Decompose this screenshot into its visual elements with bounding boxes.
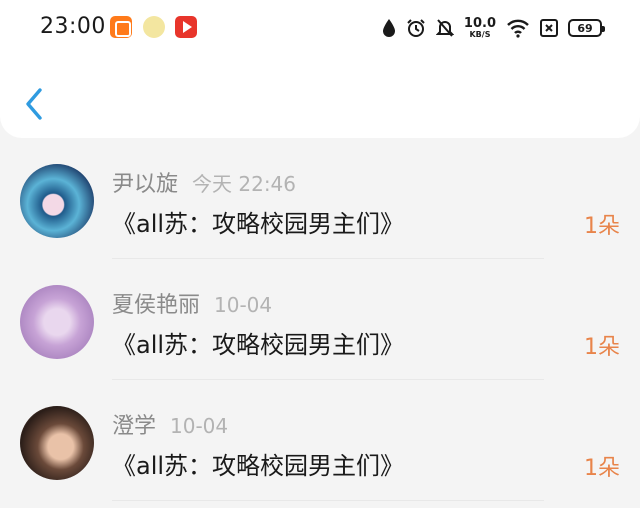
book-title[interactable]: 《all苏：攻略校园男主们》 [112,325,404,360]
timestamp: 10-04 [214,293,273,317]
flower-count: 1朵 [584,335,620,360]
gift-list: 尹以旋 今天 22:46 《all苏：攻略校园男主们》 1朵 夏侯艳丽 10-04 … [0,138,640,501]
divider [112,500,544,501]
user-name: 澄学 10-04 [112,408,228,440]
net-speed: 10.0 KB/S [464,17,496,39]
orange-app-icon [110,16,132,38]
battery-icon: 69 [568,19,605,37]
yellow-app-icon [143,16,165,38]
chevron-left-icon [26,88,42,120]
user-name: 夏侯艳丽 10-04 [112,287,272,319]
flower-count: 1朵 [584,214,620,239]
video-app-icon [175,16,197,38]
net-speed-unit: KB/S [469,30,491,39]
sim-disabled-icon [540,19,558,37]
system-icons: 10.0 KB/S 69 [382,14,605,42]
avatar[interactable] [20,164,94,238]
timestamp: 10-04 [170,414,229,438]
user-name-text: 尹以旋 [112,172,179,197]
user-name-text: 澄学 [112,414,157,439]
user-name: 尹以旋 今天 22:46 [112,166,296,198]
avatar[interactable] [20,406,94,480]
timestamp: 今天 22:46 [192,172,297,196]
avatar[interactable] [20,285,94,359]
list-item[interactable]: 尹以旋 今天 22:46 《all苏：攻略校园男主们》 1朵 [0,138,640,259]
bell-muted-icon [435,19,454,37]
list-item[interactable]: 夏侯艳丽 10-04 《all苏：攻略校园男主们》 1朵 [0,259,640,380]
book-title[interactable]: 《all苏：攻略校园男主们》 [112,446,404,481]
battery-level: 69 [577,21,593,35]
wifi-icon [507,19,529,38]
net-speed-value: 10.0 [463,16,496,31]
user-name-text: 夏侯艳丽 [112,293,201,318]
header: 23:00 10.0 KB/S 69 [0,0,640,138]
book-title[interactable]: 《all苏：攻略校园男主们》 [112,204,404,239]
drop-icon [382,19,395,37]
status-time: 23:00 [40,14,106,39]
status-bar: 23:00 10.0 KB/S 69 [0,0,640,58]
list-item[interactable]: 澄学 10-04 《all苏：攻略校园男主们》 1朵 [0,380,640,501]
back-button[interactable] [18,84,52,124]
flower-count: 1朵 [584,456,620,481]
alarm-icon [407,19,425,37]
